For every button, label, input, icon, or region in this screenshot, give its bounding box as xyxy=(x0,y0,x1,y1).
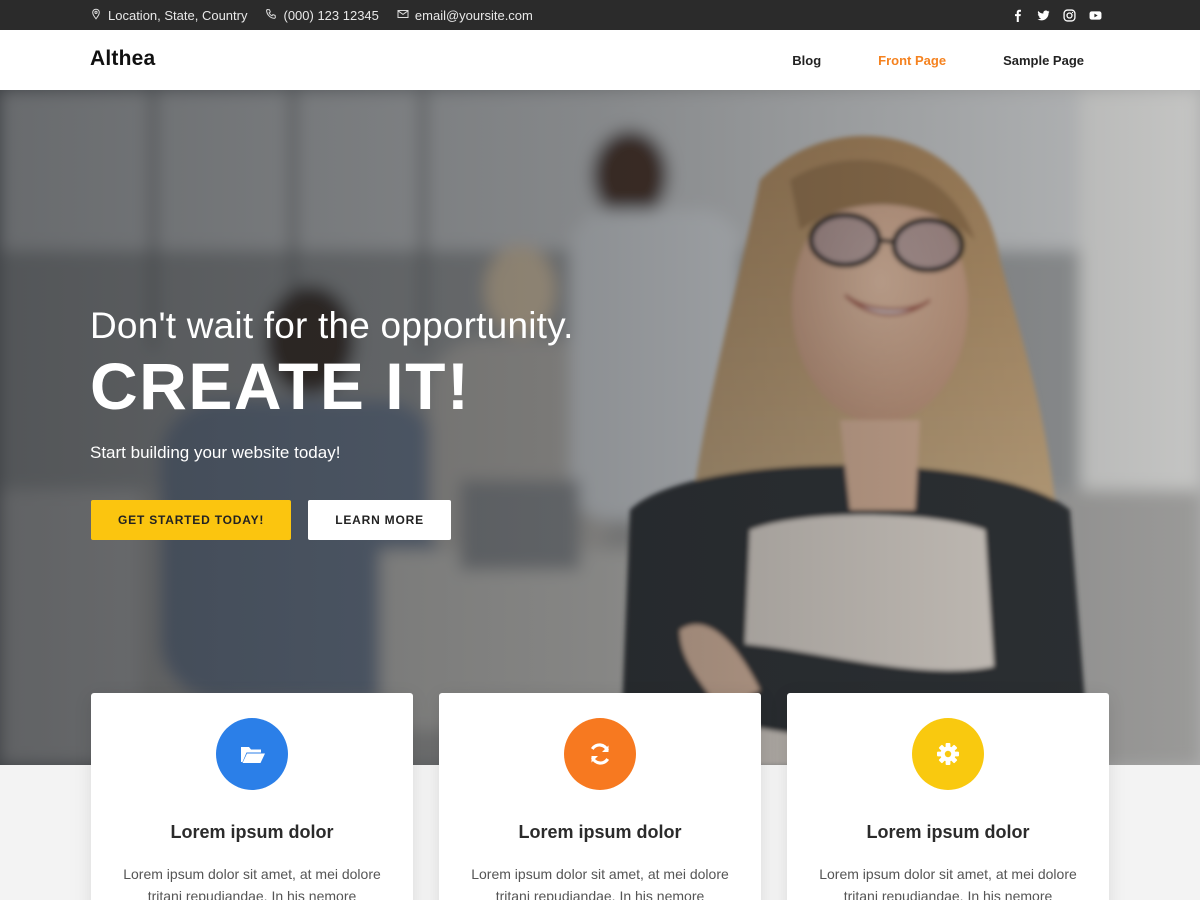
nav-item-blog[interactable]: Blog xyxy=(792,53,821,68)
nav-item-front-page[interactable]: Front Page xyxy=(878,53,946,68)
phone-text: (000) 123 12345 xyxy=(283,7,379,23)
location-info: Location, State, Country xyxy=(90,8,247,23)
twitter-icon[interactable] xyxy=(1036,8,1050,22)
sync-icon xyxy=(564,718,636,790)
main-nav: Blog Front Page Sample Page xyxy=(792,30,1084,90)
hero-content: Don't wait for the opportunity. CREATE I… xyxy=(90,305,574,463)
feature-card: Lorem ipsum dolor Lorem ipsum dolor sit … xyxy=(91,693,413,900)
feature-cards: Lorem ipsum dolor Lorem ipsum dolor sit … xyxy=(91,693,1109,900)
facebook-icon[interactable] xyxy=(1010,8,1024,22)
folder-open-icon xyxy=(216,718,288,790)
contact-info: Location, State, Country (000) 123 12345… xyxy=(90,0,533,30)
social-links xyxy=(1010,0,1102,30)
site-header: Althea Blog Front Page Sample Page xyxy=(0,30,1200,90)
feature-title: Lorem ipsum dolor xyxy=(866,822,1030,842)
top-bar: Location, State, Country (000) 123 12345… xyxy=(0,0,1200,30)
phone-icon xyxy=(265,8,277,23)
youtube-icon[interactable] xyxy=(1088,8,1102,22)
phone-info[interactable]: (000) 123 12345 xyxy=(265,7,379,23)
email-text: email@yoursite.com xyxy=(414,7,533,23)
feature-title: Lorem ipsum dolor xyxy=(170,822,334,842)
map-pin-icon xyxy=(90,8,102,23)
feature-card: Lorem ipsum dolor Lorem ipsum dolor sit … xyxy=(787,693,1109,900)
feature-text: Lorem ipsum dolor sit amet, at mei dolor… xyxy=(471,866,729,900)
feature-text: Lorem ipsum dolor sit amet, at mei dolor… xyxy=(819,866,1077,900)
email-info[interactable]: email@yoursite.com xyxy=(397,8,533,23)
envelope-icon xyxy=(397,8,409,23)
get-started-button[interactable]: GET STARTED TODAY! xyxy=(91,500,292,540)
feature-card: Lorem ipsum dolor Lorem ipsum dolor sit … xyxy=(439,693,761,900)
instagram-icon[interactable] xyxy=(1062,8,1076,22)
feature-text: Lorem ipsum dolor sit amet, at mei dolor… xyxy=(123,866,381,900)
site-logo[interactable]: Althea xyxy=(90,47,155,71)
nav-item-sample-page[interactable]: Sample Page xyxy=(1003,53,1084,68)
hero-section: Don't wait for the opportunity. CREATE I… xyxy=(0,90,1200,765)
feature-title: Lorem ipsum dolor xyxy=(518,822,682,842)
gear-icon xyxy=(912,718,984,790)
learn-more-button[interactable]: LEARN MORE xyxy=(308,500,451,540)
hero-buttons: GET STARTED TODAY! LEARN MORE xyxy=(91,500,451,540)
hero-subtitle: Don't wait for the opportunity. xyxy=(90,305,574,346)
location-text: Location, State, Country xyxy=(108,7,248,23)
hero-description: Start building your website today! xyxy=(90,443,341,462)
hero-title: CREATE IT! xyxy=(90,349,471,423)
